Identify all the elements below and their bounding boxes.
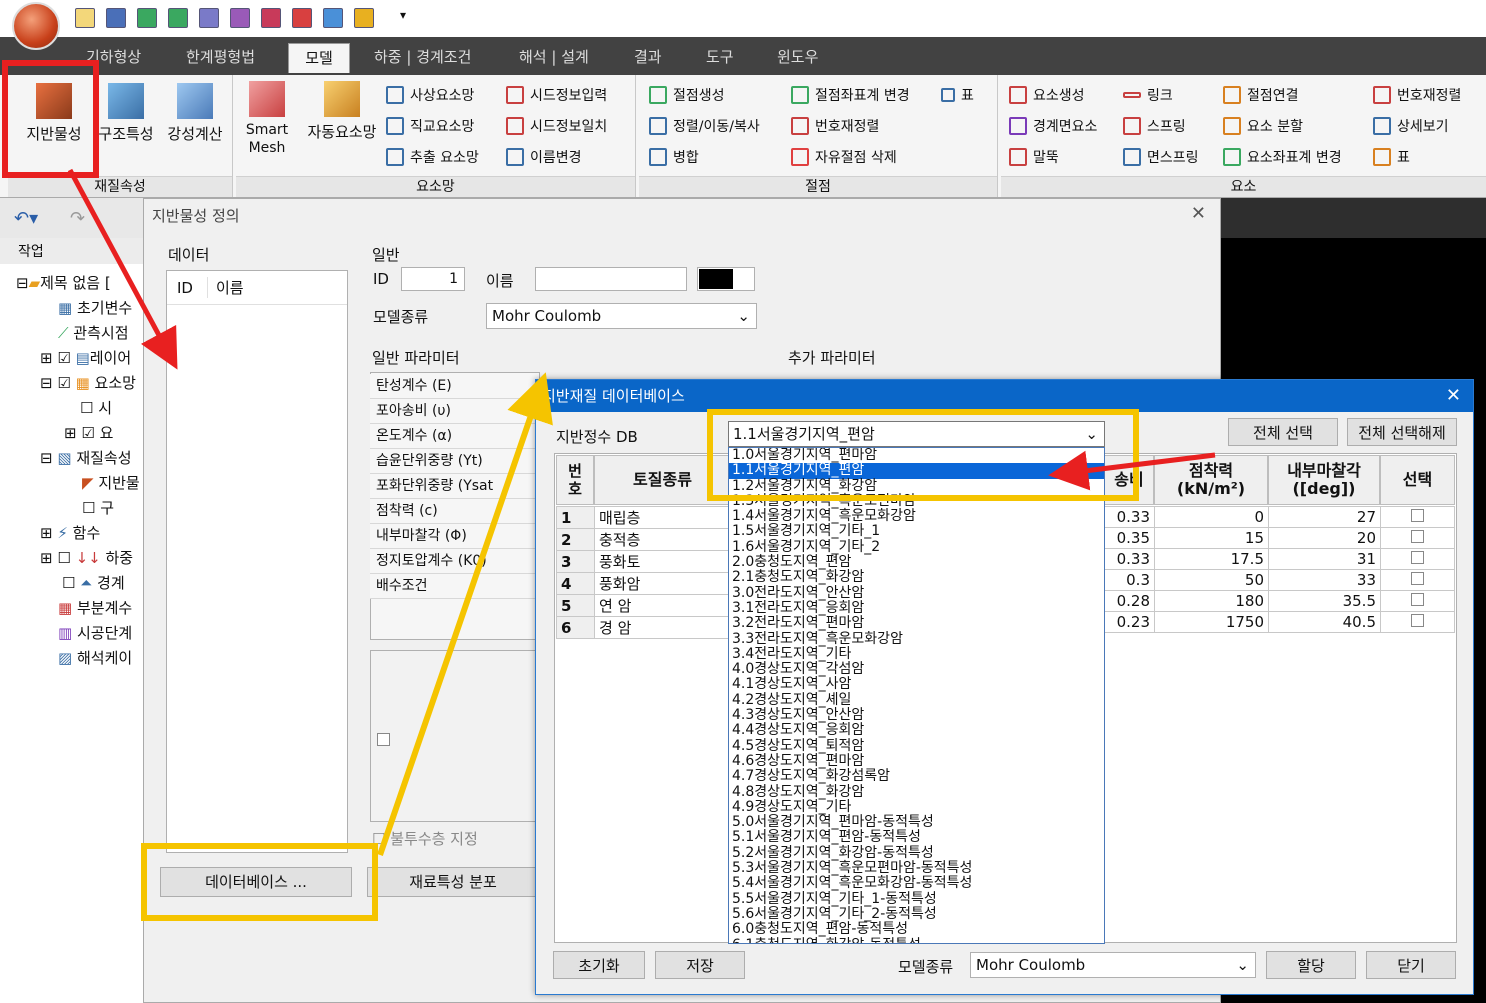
yellow-arrow xyxy=(377,372,553,856)
red-arrow-ribbon xyxy=(67,168,178,370)
annotation-arrows xyxy=(67,168,1216,856)
red-arrow-option xyxy=(1048,450,1216,491)
app-logo-icon[interactable] xyxy=(12,2,60,50)
